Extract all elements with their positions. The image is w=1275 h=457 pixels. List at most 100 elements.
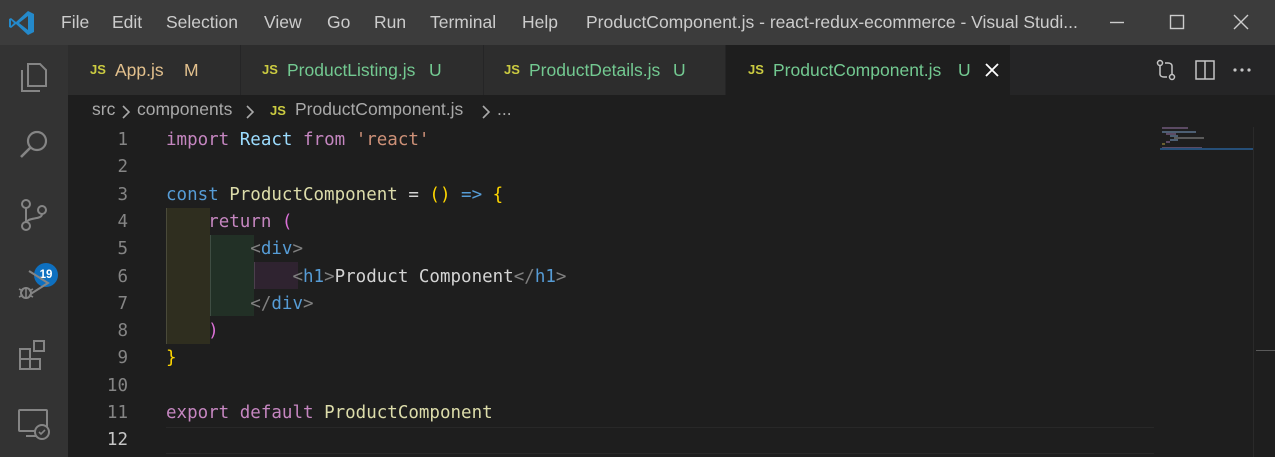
breadcrumb-src[interactable]: src: [92, 99, 115, 120]
source-control-icon[interactable]: [14, 195, 54, 235]
code-line: </div>: [166, 291, 313, 318]
code-token: div: [271, 293, 303, 314]
line-number: 2: [117, 157, 128, 178]
tab-untracked-indicator: U: [673, 60, 686, 80]
code-line: }: [166, 345, 177, 372]
code-token: export: [166, 403, 230, 423]
close-window-button[interactable]: [1211, 0, 1271, 45]
close-icon: [1233, 14, 1249, 30]
menu-help[interactable]: Help: [522, 12, 558, 33]
code-line: export default ProductComponent: [166, 400, 493, 427]
code-token: React: [239, 130, 293, 150]
tab-label: ProductDetails.js: [529, 60, 661, 80]
code-token: <: [250, 239, 261, 260]
code-token: default: [239, 403, 314, 423]
remote-explorer-icon[interactable]: [14, 403, 54, 443]
title-bar: File Edit Selection View Go Run Terminal…: [0, 0, 1275, 45]
breadcrumb-file[interactable]: ProductComponent.js: [295, 99, 463, 120]
line-number: 1: [117, 130, 128, 150]
code-editor[interactable]: 1 2 3 4 5 6 7 8 9 10 11 12 import React from 'react…: [68, 127, 1275, 457]
close-tab-icon[interactable]: [984, 62, 1000, 78]
js-file-icon: JS: [270, 103, 286, 118]
menu-run[interactable]: Run: [374, 12, 406, 33]
vertical-scrollbar[interactable]: [1253, 127, 1275, 457]
code-token: =>: [461, 184, 483, 205]
menu-selection[interactable]: Selection: [166, 12, 238, 33]
compare-changes-icon[interactable]: [1154, 58, 1178, 82]
tab-product-details-js[interactable]: JS ProductDetails.js U: [484, 45, 726, 95]
code-token: h1: [302, 266, 325, 287]
code-line: return (: [166, 209, 292, 236]
menu-view[interactable]: View: [264, 12, 302, 33]
code-token: </: [250, 293, 272, 314]
code-token: (): [429, 184, 451, 205]
tab-untracked-indicator: U: [958, 60, 971, 80]
tab-untracked-indicator: U: [429, 60, 442, 80]
code-token: ProductComponent: [229, 184, 398, 205]
menu-go[interactable]: Go: [327, 12, 350, 33]
tab-label: App.js: [115, 60, 164, 80]
code-token: >: [555, 266, 567, 287]
extensions-icon[interactable]: [14, 335, 54, 375]
line-number: 7: [117, 293, 128, 314]
tab-product-component-js[interactable]: JS ProductComponent.js U: [726, 45, 1011, 95]
more-actions-icon[interactable]: [1230, 58, 1254, 82]
js-file-icon: JS: [504, 62, 520, 77]
line-number: 3: [117, 184, 128, 205]
tab-label: ProductComponent.js: [773, 60, 942, 80]
explorer-icon[interactable]: [14, 57, 54, 97]
minimap-viewport: [1160, 148, 1253, 150]
code-token: from: [303, 130, 346, 150]
code-line: <h1>Product Component</h1>: [166, 264, 566, 291]
code-line: <div>: [166, 236, 303, 263]
js-file-icon: JS: [748, 62, 764, 77]
minimize-button[interactable]: [1087, 0, 1147, 45]
js-file-icon: JS: [262, 62, 278, 77]
code-line: const ProductComponent = () => {: [166, 182, 503, 209]
chevron-right-icon: [246, 105, 255, 119]
menu-terminal[interactable]: Terminal: [430, 12, 496, 33]
run-debug-icon[interactable]: [14, 265, 54, 305]
activity-bar: 19: [0, 45, 68, 457]
tab-modified-indicator: M: [184, 60, 199, 80]
code-token: h1: [534, 266, 556, 287]
menu-edit[interactable]: Edit: [112, 12, 142, 33]
breadcrumb-components[interactable]: components: [137, 99, 232, 120]
breadcrumb-symbol[interactable]: ...: [497, 99, 512, 120]
line-number: 5: [117, 239, 128, 260]
minimap[interactable]: [1160, 127, 1260, 167]
editor-tab-bar: JS App.js M JS ProductListing.js U JS Pr…: [68, 45, 1275, 95]
code-token: >: [324, 266, 335, 287]
code-token: ProductComponent: [324, 403, 493, 423]
split-editor-icon[interactable]: [1193, 58, 1217, 82]
chevron-right-icon: [482, 105, 491, 119]
code-token: </: [513, 266, 535, 287]
tab-app-js[interactable]: JS App.js M: [68, 45, 241, 95]
code-token: import: [166, 130, 230, 150]
maximize-button[interactable]: [1147, 0, 1207, 45]
code-token: ): [208, 321, 219, 342]
vscode-logo-icon[interactable]: [8, 9, 36, 37]
tab-product-listing-js[interactable]: JS ProductListing.js U: [241, 45, 484, 95]
line-number: 8: [117, 321, 128, 342]
line-number: 4: [117, 211, 128, 232]
code-token: div: [260, 239, 293, 260]
code-token: {: [492, 184, 504, 205]
menu-file[interactable]: File: [61, 12, 89, 33]
code-token: 'react': [355, 130, 430, 150]
window-title: ProductComponent.js - react-redux-ecomme…: [586, 12, 1078, 32]
code-token: }: [166, 348, 177, 369]
code-token: =: [397, 184, 430, 205]
breadcrumb: src components JS ProductComponent.js ..…: [68, 95, 1275, 127]
search-icon[interactable]: [14, 125, 54, 165]
